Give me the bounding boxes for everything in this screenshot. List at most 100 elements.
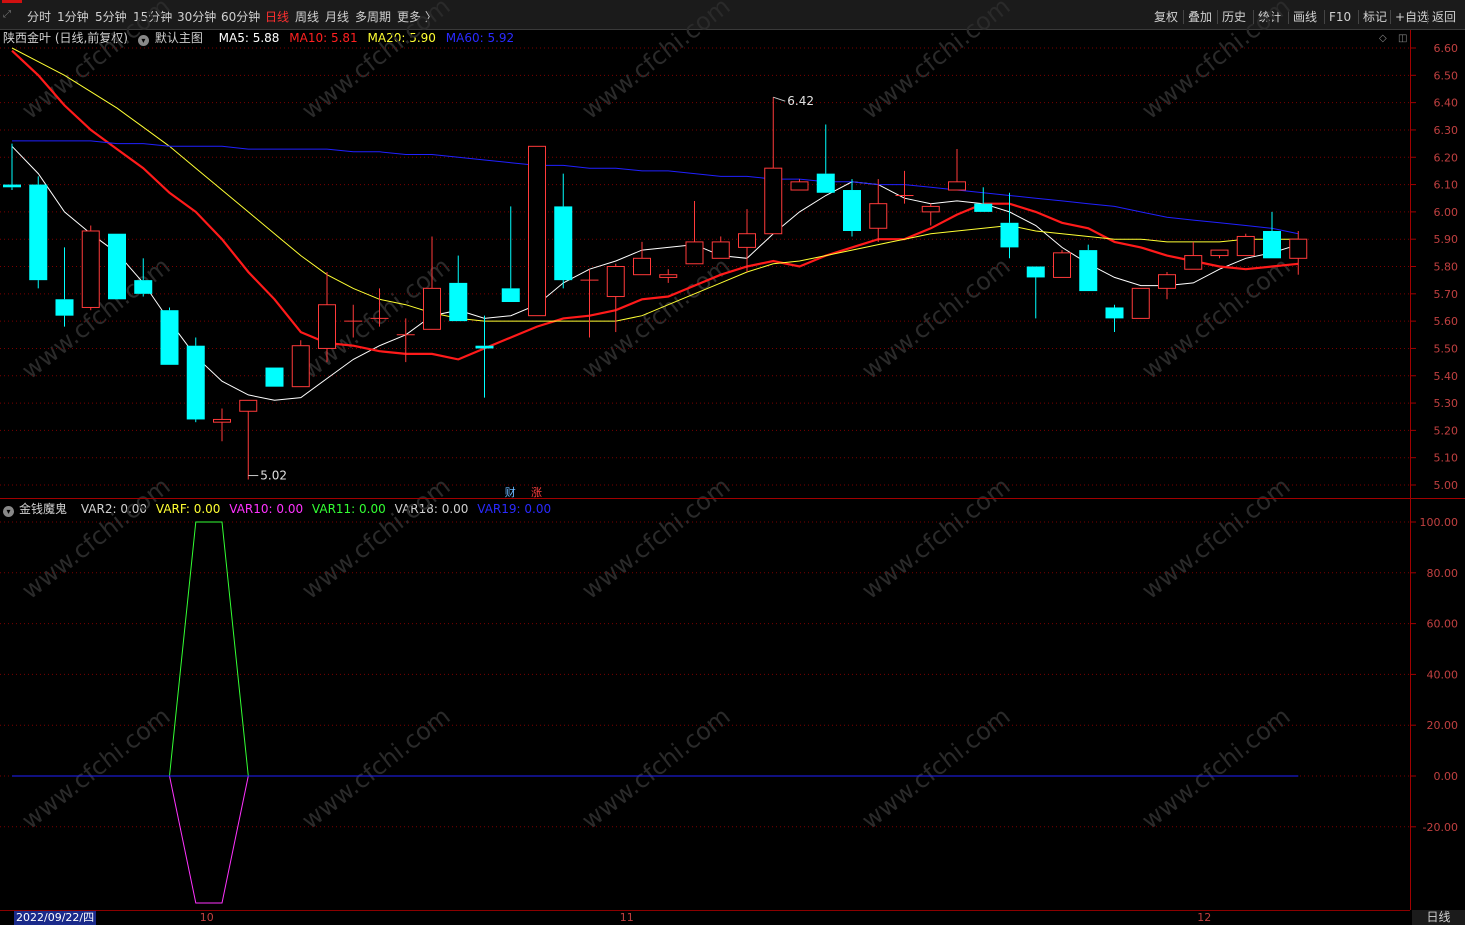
watermark-text: www.cfchi.com <box>296 472 455 605</box>
candle <box>55 247 74 327</box>
candle <box>213 408 231 442</box>
watermark-text: www.cfchi.com <box>296 702 455 835</box>
price-tick-label: 6.30 <box>1434 124 1459 137</box>
watermark-text: www.cfchi.com <box>856 702 1015 835</box>
candle <box>186 337 205 423</box>
candle-body <box>790 181 809 191</box>
watermark-text: www.cfchi.com <box>1136 0 1295 125</box>
candle-body <box>134 280 153 294</box>
candle-body <box>948 181 966 191</box>
candle-body <box>186 345 205 420</box>
indicator-tick-label: -20.00 <box>1423 821 1458 834</box>
candle-body <box>1263 230 1281 259</box>
candle-body <box>213 418 231 423</box>
candle-body <box>1000 222 1019 248</box>
candle-body <box>764 167 783 235</box>
candle <box>843 179 861 237</box>
indicator-tick-label: 80.00 <box>1427 567 1459 580</box>
candle-body <box>475 345 494 349</box>
candle-body <box>1053 252 1071 278</box>
price-tick-label: 5.60 <box>1434 315 1459 328</box>
candle-body <box>449 282 468 322</box>
candle <box>948 149 966 191</box>
kline-chart[interactable]: www.cfchi.com www.cfchi.com www.cfchi.com w… <box>0 0 1465 925</box>
price-tick-label: 6.40 <box>1434 97 1459 110</box>
candle <box>449 255 468 322</box>
watermark-text: www.cfchi.com <box>1136 702 1295 835</box>
price-tick-label: 5.30 <box>1434 397 1459 410</box>
price-tick-label: 6.00 <box>1434 206 1459 219</box>
candle <box>291 340 310 388</box>
candle <box>239 399 258 480</box>
candle <box>318 271 336 363</box>
candle-body <box>1026 266 1045 278</box>
candle-body <box>974 203 993 212</box>
candle-body <box>816 173 835 193</box>
candle-body <box>921 205 940 213</box>
candle <box>738 209 756 272</box>
watermark-text: www.cfchi.com <box>576 702 735 835</box>
candle <box>1079 244 1098 292</box>
price-tick-label: 5.20 <box>1434 424 1459 437</box>
price-tick-label: 5.70 <box>1434 288 1459 301</box>
candle-body <box>843 190 861 231</box>
candle-body <box>265 367 284 387</box>
candle-body <box>1131 287 1150 319</box>
candle <box>475 315 494 398</box>
indicator-tick-label: 60.00 <box>1427 618 1459 631</box>
candle <box>921 203 940 226</box>
candle <box>606 263 625 333</box>
price-tick-label: 6.50 <box>1434 69 1459 82</box>
indicator-lines <box>12 521 1299 904</box>
price-tick-label: 5.50 <box>1434 342 1459 355</box>
candle-body <box>81 230 100 308</box>
candle <box>764 97 783 235</box>
candle <box>659 269 678 283</box>
candle <box>685 200 704 265</box>
moving-average-lines <box>11 47 1299 401</box>
price-tick-label: 6.20 <box>1434 151 1459 164</box>
candle <box>1236 233 1255 257</box>
candle-body <box>318 304 336 349</box>
var11-line <box>169 521 249 777</box>
candle <box>81 225 100 311</box>
candle-body <box>1158 274 1176 289</box>
watermark-text: www.cfchi.com <box>16 702 175 835</box>
candle-body <box>29 184 48 281</box>
high-pointer <box>773 96 786 102</box>
candle <box>1105 304 1124 333</box>
candle <box>790 179 809 191</box>
candle-body <box>1105 307 1124 319</box>
month-tick-label: 12 <box>1197 911 1212 924</box>
candle <box>501 206 520 303</box>
candle <box>554 173 573 289</box>
candle <box>29 176 48 289</box>
high-label: 6.42 <box>787 94 814 108</box>
candle <box>528 145 546 317</box>
candle <box>3 143 21 191</box>
grid-layer <box>0 47 1465 828</box>
candle <box>895 170 914 204</box>
finance-event-marker: 财 <box>505 485 516 499</box>
candle-body <box>1184 255 1203 270</box>
candle <box>1053 250 1071 278</box>
watermark-text: www.cfchi.com <box>576 0 735 125</box>
watermark-text: www.cfchi.com <box>856 0 1015 125</box>
candle-body <box>1236 235 1255 257</box>
period-footer-label[interactable]: 日线 <box>1412 910 1465 925</box>
indicator-tick-label: 20.00 <box>1427 719 1459 732</box>
candle <box>1131 287 1150 319</box>
candlestick-series <box>3 97 1308 480</box>
candle <box>1289 230 1308 275</box>
watermark-text: www.cfchi.com <box>296 0 455 125</box>
low-label: 5.02 <box>260 469 287 483</box>
candle-body <box>1289 238 1308 259</box>
candle <box>396 318 415 363</box>
candle-body <box>160 310 179 365</box>
candle-body <box>1210 249 1229 257</box>
candle-body <box>55 299 74 316</box>
price-tick-label: 6.10 <box>1434 179 1459 192</box>
watermark-text: www.cfchi.com <box>576 472 735 605</box>
candle <box>1210 249 1229 259</box>
price-tick-label: 5.00 <box>1434 479 1459 492</box>
